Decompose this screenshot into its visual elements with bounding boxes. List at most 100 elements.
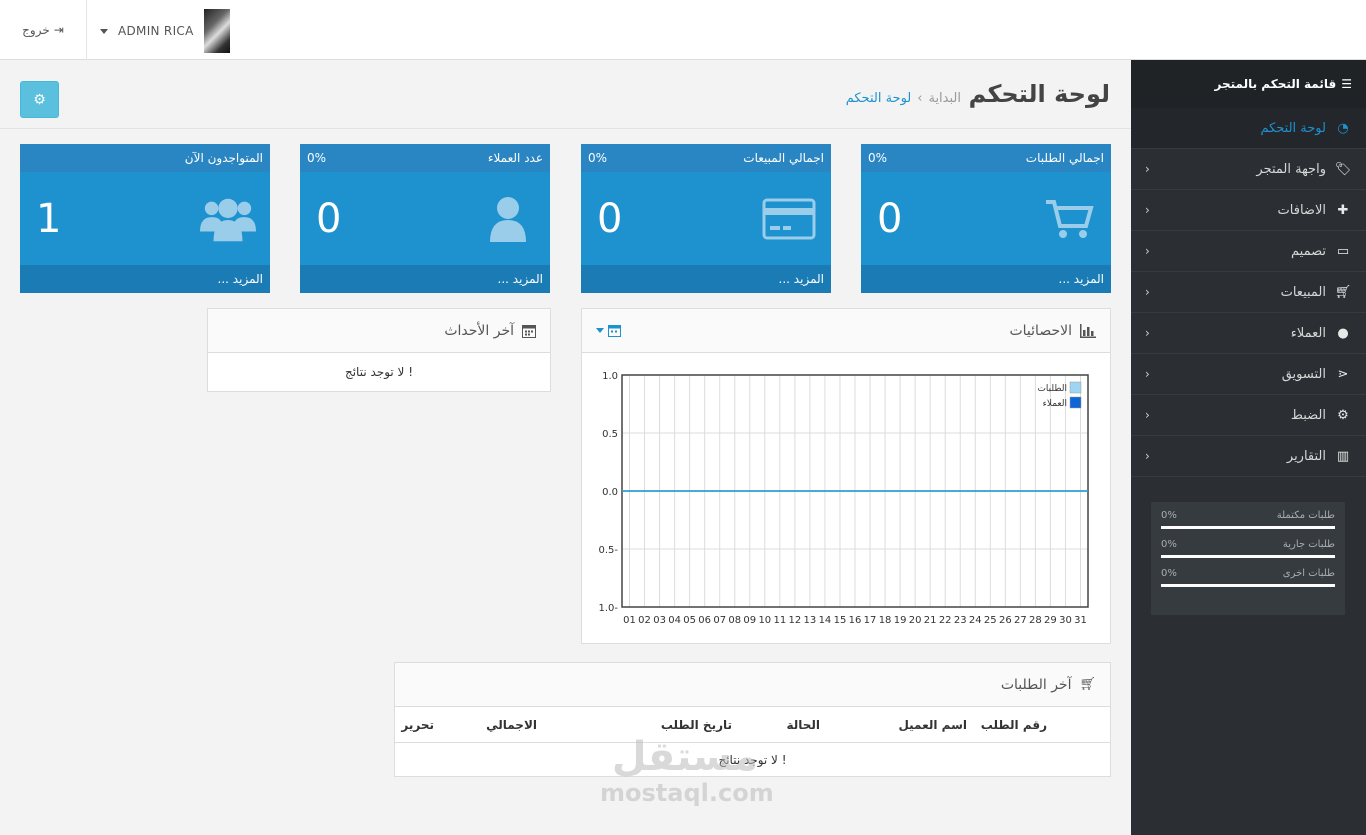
- sidebar-item-label: العملاء: [1290, 325, 1326, 341]
- orders-panel-header: 🛒︎ آخر الطلبات: [395, 663, 1110, 707]
- breadcrumb-separator: ›: [917, 91, 923, 106]
- x-tick-label: 11: [773, 615, 786, 626]
- tile-value: 0: [597, 195, 623, 242]
- chevron-icon: ‹: [1145, 408, 1150, 422]
- dashboard-icon: ◔: [1337, 120, 1349, 136]
- statistics-panel-header: الاحصائيات: [582, 309, 1110, 353]
- breadcrumb-current[interactable]: لوحة التحكم: [846, 91, 912, 106]
- progress-bar: [1161, 584, 1335, 587]
- x-tick-label: 14: [819, 615, 832, 626]
- settings-button[interactable]: ⚙: [20, 81, 59, 118]
- top-header: خروج ⇥ ADMIN RICA: [0, 0, 1366, 60]
- x-tick-label: 26: [999, 615, 1012, 626]
- chevron-icon: ‹: [1145, 203, 1150, 217]
- chevron-icon: ‹: [1145, 162, 1150, 176]
- menu-icon: ☰: [1341, 77, 1352, 91]
- sidebar-item-2[interactable]: ✚ الاضافات ‹: [1131, 190, 1366, 231]
- tile-header: المتواجدون الآن: [20, 144, 270, 172]
- breadcrumb-home[interactable]: البداية: [928, 91, 961, 106]
- x-tick-label: 06: [698, 615, 711, 626]
- progress-fill: [1161, 584, 1335, 587]
- x-tick-label: 19: [894, 615, 907, 626]
- gear-icon: ⚙: [33, 91, 46, 108]
- y-tick-label: 1.0: [602, 371, 618, 382]
- chevron-icon: ‹: [1145, 367, 1150, 381]
- x-tick-label: 01: [623, 615, 636, 626]
- column-edit: تحرير: [401, 718, 434, 732]
- x-tick-label: 10: [758, 615, 771, 626]
- tile-more-link[interactable]: المزيد ...: [861, 265, 1111, 293]
- x-tick-label: 27: [1014, 615, 1027, 626]
- logout-button[interactable]: خروج ⇥: [0, 0, 87, 60]
- page-title: لوحة التحكم: [968, 80, 1110, 108]
- tile-more-link[interactable]: المزيد ...: [581, 265, 831, 293]
- sidebar-item-5[interactable]: ● العملاء ‹: [1131, 313, 1366, 354]
- sidebar: قائمة التحكم بالمتجر ☰ ◔ لوحة التحكم 🏷︎ واج…: [1131, 60, 1366, 835]
- events-title: آخر الأحداث: [444, 322, 514, 339]
- gear-icon: ⚙: [1337, 407, 1349, 423]
- x-tick-label: 24: [969, 615, 982, 626]
- tag-icon: 🏷︎: [1334, 161, 1352, 177]
- sidebar-item-1[interactable]: 🏷︎ واجهة المتجر ‹: [1131, 149, 1366, 190]
- chevron-icon: ‹: [1145, 285, 1150, 299]
- x-tick-label: 05: [683, 615, 696, 626]
- x-tick-label: 23: [954, 615, 967, 626]
- sidebar-title: قائمة التحكم بالمتجر ☰: [1131, 60, 1366, 108]
- x-tick-label: 08: [728, 615, 741, 626]
- sidebar-item-label: تصميم: [1291, 243, 1326, 259]
- cart-icon: [1041, 194, 1097, 244]
- events-empty-message: لا توجد نتائج !: [344, 365, 414, 379]
- sidebar-item-label: الاضافات: [1277, 202, 1326, 218]
- sidebar-item-7[interactable]: ⚙ الضبط ‹: [1131, 395, 1366, 436]
- date-range-dropdown[interactable]: [596, 324, 621, 337]
- puzzle-icon: ✚: [1337, 202, 1349, 218]
- tile-more-link[interactable]: المزيد ...: [300, 265, 550, 293]
- sidebar-item-label: المبيعات: [1280, 284, 1326, 300]
- sidebar-item-4[interactable]: 🛒︎ المبيعات ‹: [1131, 272, 1366, 313]
- chevron-icon: ‹: [1145, 326, 1150, 340]
- chevron-icon: ‹: [1145, 449, 1150, 463]
- sidebar-item-label: التسويق: [1281, 366, 1326, 382]
- sidebar-item-label: التقارير: [1286, 448, 1326, 464]
- tile-title: اجمالي الطلبات: [1025, 151, 1104, 165]
- legend-swatch: [1069, 396, 1082, 409]
- orders-title: آخر الطلبات: [1000, 676, 1072, 693]
- user-icon: ●: [1337, 325, 1349, 341]
- progress-label: طلبات اخرى: [1282, 568, 1335, 579]
- sidebar-item-3[interactable]: ▭ تصميم ‹: [1131, 231, 1366, 272]
- tile-percent: 0%: [588, 151, 608, 165]
- progress-fill: [1161, 555, 1335, 558]
- credit-card-icon: [761, 194, 817, 244]
- tile-header: اجمالي الطلبات 0%: [861, 144, 1111, 172]
- stat-tile-3: المتواجدون الآن 1 المزيد ...: [20, 144, 270, 293]
- caret-down-icon: [596, 328, 604, 333]
- tile-value: 0: [877, 195, 903, 242]
- user-name: ADMIN RICA: [118, 24, 194, 38]
- sidebar-item-6[interactable]: ⋖ التسويق ‹: [1131, 354, 1366, 395]
- sidebar-item-label: لوحة التحكم: [1260, 120, 1326, 136]
- x-tick-label: 15: [834, 615, 847, 626]
- progress-label: طلبات جارية: [1282, 539, 1335, 550]
- user-menu[interactable]: ADMIN RICA: [100, 9, 230, 53]
- watermark-url: mostaql.com: [600, 779, 774, 807]
- statistics-chart: 1.00.50.00.5-1.0-01 02 03 04 05 06 07 08 09 10 11 1…: [598, 371, 1089, 626]
- statistics-panel: الاحصائيات 1.0 0.5 0.0 0.5- 1.0- 01 02 03 04 05 06…: [581, 308, 1111, 644]
- x-tick-label: 29: [1044, 615, 1057, 626]
- progress-item: طلبات مكتملة 0%: [1161, 510, 1335, 529]
- tile-body: 0: [581, 172, 831, 265]
- watermark: مستقل mostaql.com: [600, 735, 774, 820]
- cart-icon: 🛒︎: [1334, 284, 1352, 300]
- x-tick-label: 30: [1059, 615, 1072, 626]
- sidebar-item-8[interactable]: ▥ التقارير ‹: [1131, 436, 1366, 477]
- tile-more-link[interactable]: المزيد ...: [20, 265, 270, 293]
- progress-fill: [1161, 526, 1335, 529]
- sidebar-item-0[interactable]: ◔ لوحة التحكم: [1131, 108, 1366, 149]
- calendar-icon: [522, 324, 536, 338]
- x-tick-label: 20: [909, 615, 922, 626]
- column-order-id: رقم الطلب: [980, 718, 1047, 732]
- tile-header: اجمالي المبيعات 0%: [581, 144, 831, 172]
- sidebar-title-text: قائمة التحكم بالمتجر: [1214, 77, 1337, 91]
- calendar-icon: [608, 325, 621, 337]
- stat-tile-0: اجمالي الطلبات 0% 0 المزيد ...: [861, 144, 1111, 293]
- x-tick-label: 13: [804, 615, 817, 626]
